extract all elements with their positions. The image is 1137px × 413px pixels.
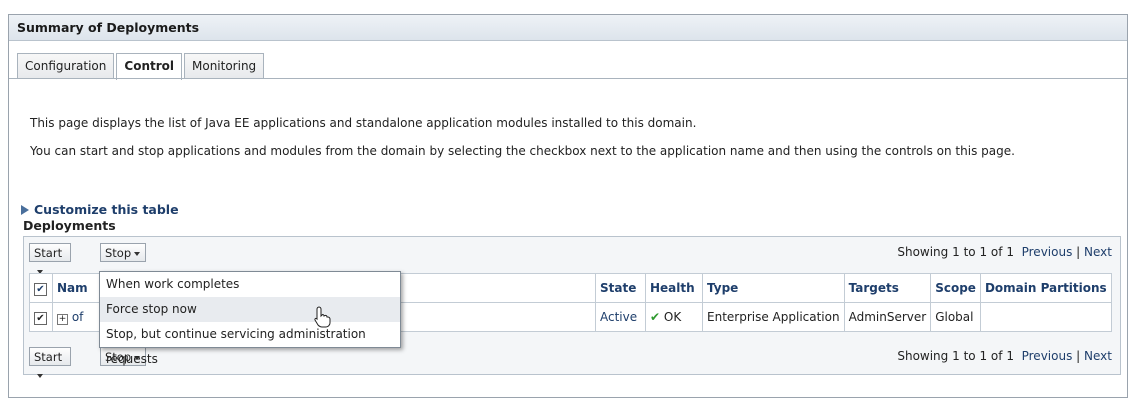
stop-dropdown-menu: When work completes Force stop now Stop,… <box>99 271 401 366</box>
row-state: Active <box>595 302 646 332</box>
menu-item-when-work-completes[interactable]: When work completes <box>100 272 400 297</box>
start-button-bottom[interactable]: Start <box>29 347 71 378</box>
customize-table-label: Customize this table <box>34 202 179 217</box>
deployment-name-link[interactable]: of <box>72 310 84 324</box>
health-label: OK <box>663 310 682 324</box>
row-targets: AdminServer <box>843 302 932 332</box>
stop-button-top[interactable]: Stop <box>100 243 146 262</box>
column-health[interactable]: Health <box>645 273 703 303</box>
previous-link[interactable]: Previous <box>1022 349 1073 363</box>
row-partitions <box>979 302 1112 332</box>
paging-bottom: Showing 1 to 1 of 1 Previous | Next <box>897 349 1112 363</box>
deployments-title: Deployments <box>23 218 116 233</box>
paging-to-word: to <box>963 245 976 259</box>
row-scope: Global <box>930 302 981 332</box>
paging-separator: | <box>1076 349 1081 363</box>
paging-prefix: Showing <box>897 349 949 363</box>
row-type: Enterprise Application <box>702 302 845 332</box>
paging-separator: | <box>1076 245 1081 259</box>
row-checkbox[interactable]: ✔ <box>34 311 47 325</box>
start-button-label: Start <box>34 350 63 364</box>
customize-table-link[interactable]: Customize this table <box>21 202 179 217</box>
menu-item-stop-continue-admin[interactable]: Stop, but continue servicing administrat… <box>100 322 400 366</box>
paging-of-word: of <box>990 245 1003 259</box>
column-state[interactable]: State <box>595 273 646 303</box>
menu-item-force-stop-now[interactable]: Force stop now <box>100 297 400 322</box>
paging-prefix: Showing <box>897 245 949 259</box>
next-link[interactable]: Next <box>1084 349 1112 363</box>
ok-check-icon: ✔ <box>650 310 661 324</box>
tab-bar: Configuration Control Monitoring <box>17 53 266 80</box>
row-select-cell[interactable]: ✔ <box>29 302 53 332</box>
description-line-2: You can start and stop applications and … <box>30 144 1015 158</box>
expand-triangle-icon <box>21 204 29 215</box>
column-scope[interactable]: Scope <box>930 273 981 303</box>
paging-from: 1 <box>952 349 960 363</box>
paging-to: 1 <box>979 349 988 363</box>
tab-monitoring[interactable]: Monitoring <box>184 53 265 79</box>
description-line-1: This page displays the list of Java EE a… <box>30 116 697 130</box>
next-link[interactable]: Next <box>1084 245 1112 259</box>
select-all-checkbox[interactable]: ✔ <box>34 282 47 296</box>
expand-plus-icon[interactable]: + <box>57 313 68 325</box>
tab-configuration[interactable]: Configuration <box>17 53 115 79</box>
paging-total: 1 <box>1006 349 1014 363</box>
start-button-label: Start <box>34 246 63 260</box>
chevron-down-icon <box>37 373 43 378</box>
paging-top: Showing 1 to 1 of 1 Previous | Next <box>897 245 1112 259</box>
previous-link[interactable]: Previous <box>1022 245 1073 259</box>
column-type[interactable]: Type <box>702 273 845 303</box>
paging-to-word: to <box>963 349 976 363</box>
tab-control[interactable]: Control <box>116 53 182 80</box>
chevron-down-icon <box>134 251 141 256</box>
column-targets[interactable]: Targets <box>843 273 932 303</box>
hand-cursor-icon <box>314 306 331 328</box>
paging-of-word: of <box>990 349 1003 363</box>
stop-button-label: Stop <box>105 246 132 260</box>
column-domain-partitions[interactable]: Domain Partitions <box>979 273 1112 303</box>
paging-to: 1 <box>979 245 988 259</box>
select-all-cell[interactable]: ✔ <box>29 273 53 303</box>
tab-divider <box>9 78 1127 79</box>
paging-from: 1 <box>952 245 960 259</box>
paging-total: 1 <box>1006 245 1014 259</box>
start-button-top[interactable]: Start <box>29 243 71 274</box>
row-health: ✔ OK <box>645 302 703 332</box>
panel-title: Summary of Deployments <box>9 15 1127 41</box>
